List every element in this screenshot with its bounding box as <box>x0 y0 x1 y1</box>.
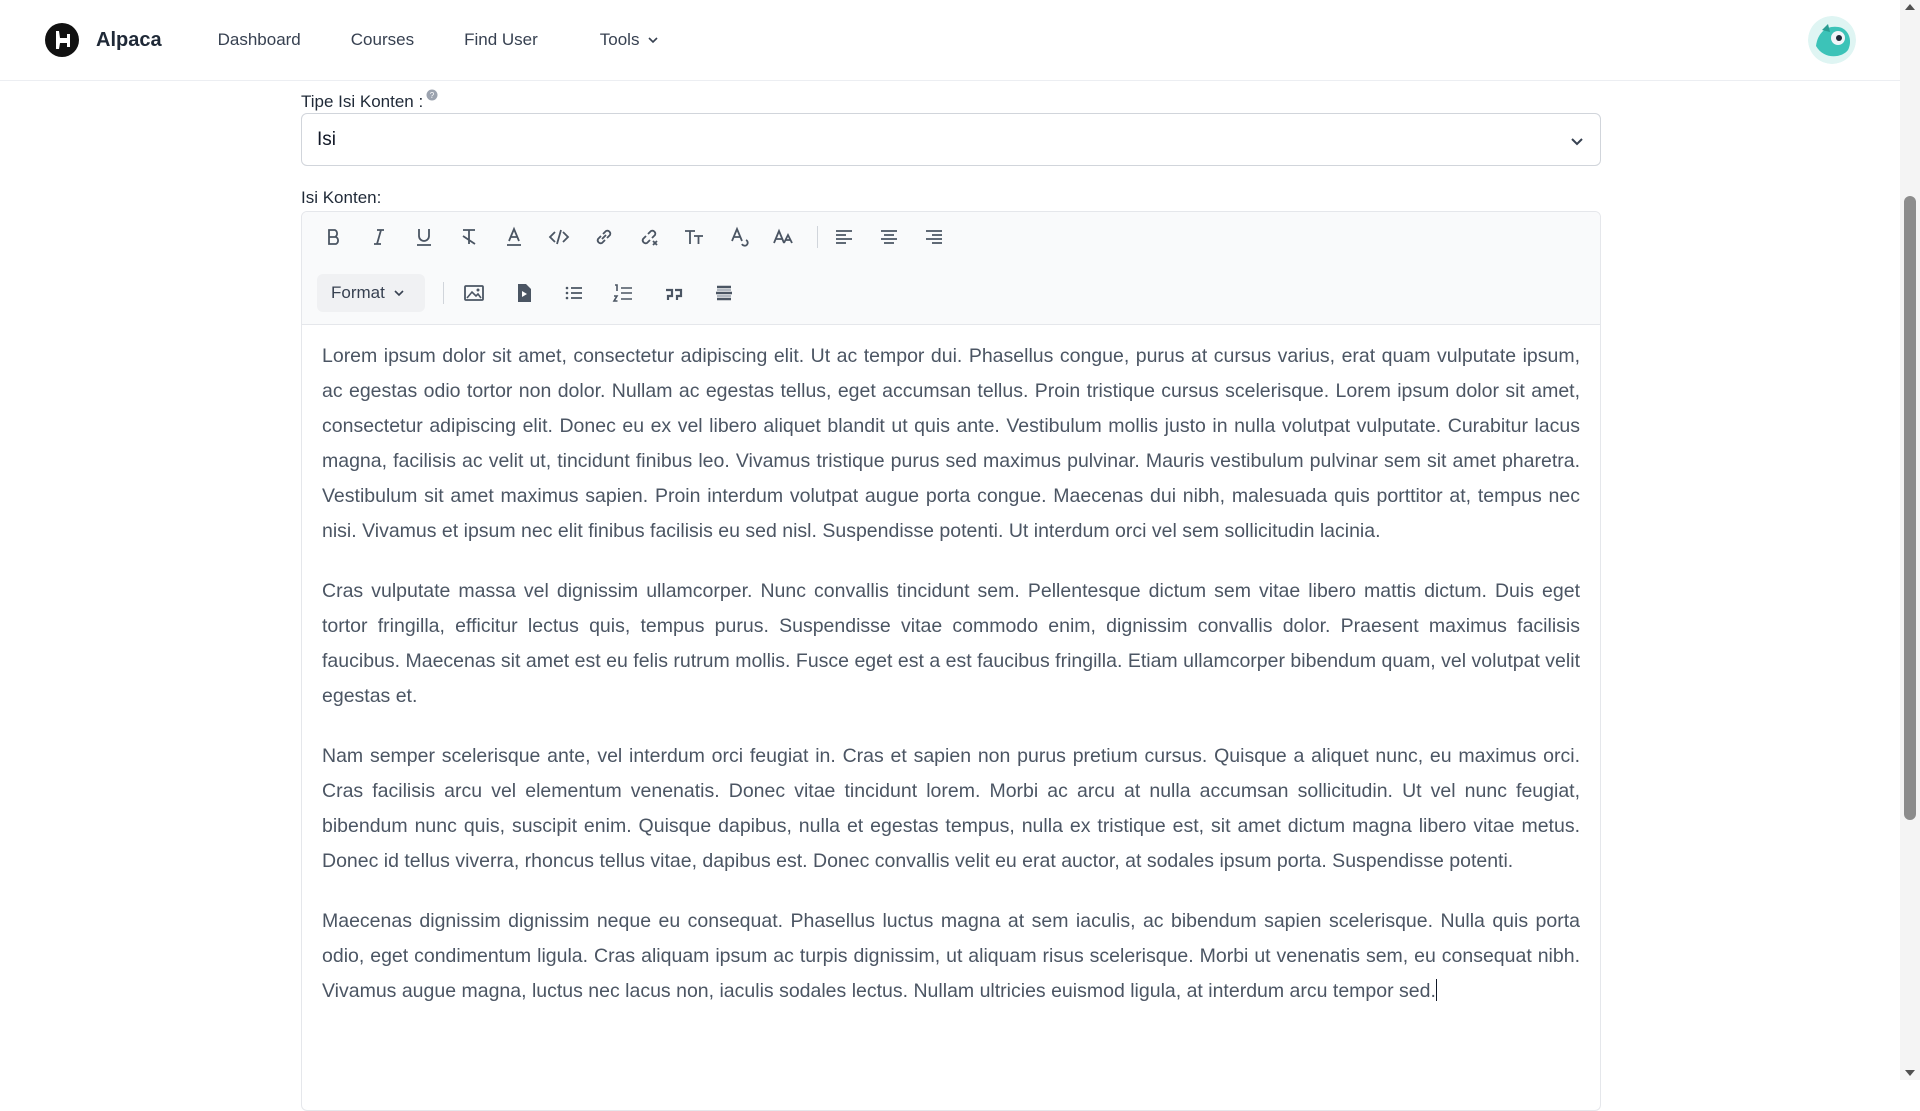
numbered-list-button[interactable] <box>609 279 637 307</box>
insert-video-button[interactable] <box>510 279 538 307</box>
align-center-icon <box>881 230 897 244</box>
clear-format-button[interactable] <box>455 223 483 251</box>
font-size-icon <box>773 228 793 244</box>
editor-paragraph-last: Maecenas dignissim dignissim neque eu co… <box>322 904 1580 1009</box>
bold-icon <box>328 229 339 245</box>
content-type-value: Isi <box>317 128 336 150</box>
avatar-image <box>1808 16 1856 64</box>
code-button[interactable] <box>545 223 573 251</box>
quote-icon <box>666 288 683 300</box>
bold-button[interactable] <box>320 223 348 251</box>
nav-link-dashboard[interactable]: Dashboard <box>218 30 301 50</box>
editor-content-area[interactable]: Lorem ipsum dolor sit amet, consectetur … <box>302 325 1600 1009</box>
chevron-down-icon <box>394 290 404 297</box>
text-color-icon <box>507 226 521 246</box>
insert-image-button[interactable] <box>460 279 488 307</box>
editor-toolbar: Format <box>302 212 1600 325</box>
underline-button[interactable] <box>410 223 438 251</box>
video-icon <box>518 284 531 302</box>
editor-paragraph-text: Maecenas dignissim dignissim neque eu co… <box>322 910 1580 1002</box>
font-size-button[interactable] <box>770 223 798 251</box>
align-center-button[interactable] <box>875 223 903 251</box>
nav-tools-label: Tools <box>599 30 640 49</box>
brand-name: Alpaca <box>96 28 162 51</box>
user-avatar[interactable] <box>1808 16 1856 64</box>
toolbar-divider <box>443 282 444 304</box>
highlight-button[interactable] <box>500 223 528 251</box>
help-icon[interactable]: ? <box>426 89 438 101</box>
horizontal-rule-button[interactable] <box>710 279 738 307</box>
format-dropdown[interactable]: Format <box>317 274 425 312</box>
content-type-label: Tipe Isi Konten : ? <box>301 89 438 112</box>
content-body-label: Isi Konten: <box>301 188 382 207</box>
horizontal-rule-icon <box>716 285 732 301</box>
code-icon <box>548 229 570 245</box>
chevron-down-icon <box>648 37 659 44</box>
blockquote-button[interactable] <box>660 279 688 307</box>
scroll-thumb[interactable] <box>1904 196 1916 820</box>
nav-link-find-user[interactable]: Find User <box>464 30 538 50</box>
content-type-select[interactable]: Isi <box>301 113 1601 166</box>
chevron-down-icon <box>1571 138 1583 146</box>
top-navbar: Alpaca Dashboard Courses Find User Tools <box>0 0 1900 81</box>
bullet-list-icon <box>565 286 582 300</box>
underline-icon <box>417 229 431 246</box>
nav-links: Dashboard Courses Find User Tools <box>218 30 710 50</box>
font-color-button[interactable] <box>725 223 753 251</box>
alpaca-logo-icon <box>45 23 79 57</box>
text-caret <box>1435 979 1437 1001</box>
numbered-list-icon <box>612 284 632 302</box>
link-button[interactable] <box>590 223 618 251</box>
format-label: Format <box>331 283 385 302</box>
text-size-icon <box>685 230 703 244</box>
scroll-down-arrow-icon[interactable] <box>1905 1070 1915 1076</box>
toolbar-divider <box>817 226 818 248</box>
brand[interactable]: Alpaca <box>44 22 162 58</box>
align-left-icon <box>836 230 852 244</box>
rich-text-editor: Format Lorem ipsum dolor sit amet, conse… <box>301 211 1601 1111</box>
link-icon <box>596 229 612 245</box>
bullet-list-button[interactable] <box>560 279 588 307</box>
unlink-button[interactable] <box>635 223 663 251</box>
text-size-button[interactable] <box>680 223 708 251</box>
italic-button[interactable] <box>365 223 393 251</box>
image-icon <box>464 285 484 301</box>
editor-paragraph: Nam semper scelerisque ante, vel interdu… <box>322 745 1580 872</box>
editor-paragraph: Cras vulputate massa vel dignissim ullam… <box>322 580 1580 707</box>
svg-text:?: ? <box>430 91 435 100</box>
align-right-button[interactable] <box>920 223 948 251</box>
align-left-button[interactable] <box>830 223 858 251</box>
nav-tools-dropdown[interactable]: Tools <box>600 30 660 50</box>
clear-format-icon <box>462 229 476 245</box>
scroll-up-arrow-icon[interactable] <box>1905 4 1915 10</box>
font-color-icon <box>731 226 749 247</box>
nav-link-courses[interactable]: Courses <box>351 30 414 50</box>
unlink-icon <box>641 229 658 246</box>
align-right-icon <box>926 230 942 244</box>
page-scrollbar[interactable] <box>1900 0 1920 1080</box>
content-type-label-text: Tipe Isi Konten : <box>301 92 424 111</box>
editor-paragraph: Lorem ipsum dolor sit amet, consectetur … <box>322 345 1580 542</box>
italic-icon <box>374 229 384 245</box>
